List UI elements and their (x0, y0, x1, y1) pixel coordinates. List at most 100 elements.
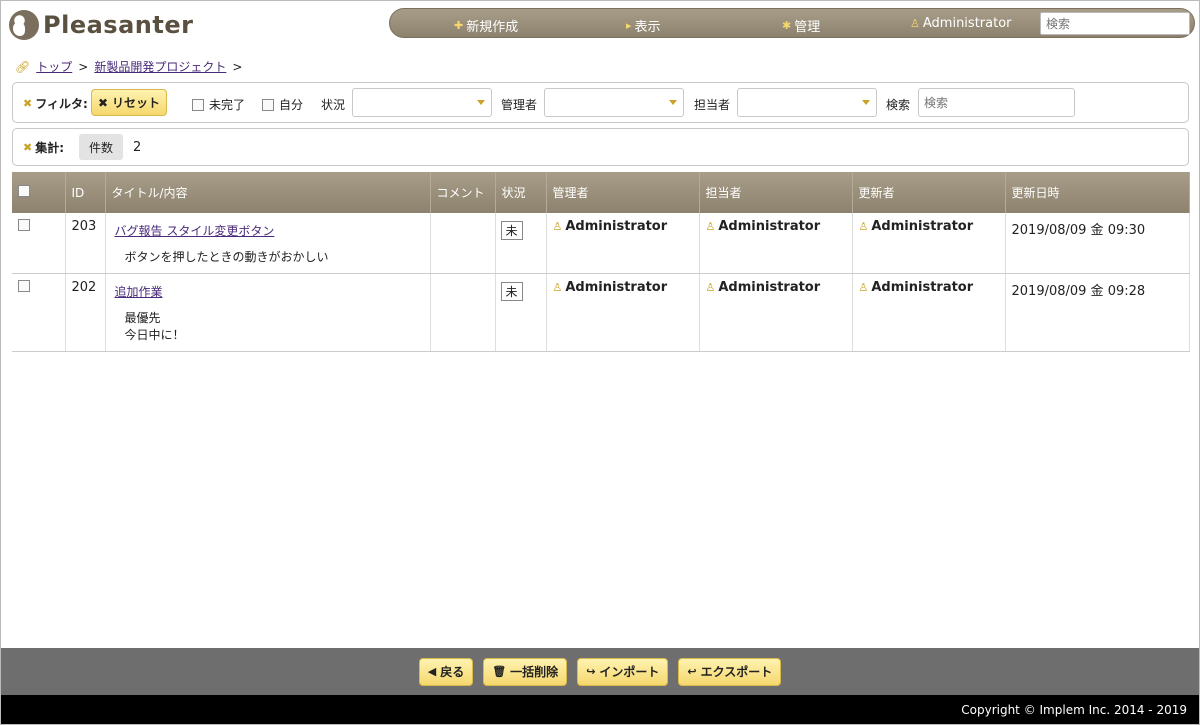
breadcrumb-project-link[interactable]: 新製品開発プロジェクト (94, 58, 226, 75)
updater-cell: ♙ Administrator (852, 273, 1006, 352)
import-arrow-icon: ↪ (586, 665, 596, 678)
summary-toggle[interactable]: ✖ 集計: (23, 139, 64, 156)
manager-cell: ♙ Administrator (546, 213, 700, 274)
manager-select[interactable] (544, 88, 684, 117)
import-button[interactable]: ↪ インポート (577, 657, 669, 686)
checkbox-box[interactable] (262, 98, 274, 111)
self-checkbox[interactable]: 自分 (262, 96, 303, 113)
column-header-updater[interactable]: 更新者 (852, 172, 1006, 213)
updater-name: Administrator (871, 219, 974, 234)
select-all-header (12, 172, 66, 213)
user-icon: ♙ (552, 280, 563, 294)
owner-select[interactable] (737, 88, 877, 117)
user-icon: ♙ (705, 280, 716, 294)
nav-user-button[interactable]: ♙ Administrator (910, 16, 1012, 31)
link-icon: 🔗︎ (15, 59, 31, 74)
incomplete-checkbox[interactable]: 未完了 (192, 96, 245, 113)
header-search-input[interactable] (1040, 12, 1190, 35)
column-header-updated[interactable]: 更新日時 (1005, 172, 1190, 213)
nav-new-button[interactable]: ✚ 新規作成 (454, 16, 518, 35)
comment-cell (430, 273, 496, 352)
status-cell: 未 (495, 273, 547, 352)
back-arrow-icon: ◀ (427, 665, 437, 678)
manager-filter-label: 管理者 (501, 98, 538, 112)
row-select-cell (12, 213, 66, 274)
breadcrumb-top-link[interactable]: トップ (36, 58, 72, 75)
owner-name: Administrator (718, 279, 821, 295)
nav-view-button[interactable]: ▸ 表示 (626, 16, 661, 35)
table-row[interactable]: 202 追加作業 最優先 今日中に！ 未 ♙ Administrator ♙ Adm… (12, 273, 1190, 352)
row-title-link[interactable]: 追加作業 (115, 283, 163, 300)
column-header-comment[interactable]: コメント (430, 172, 496, 213)
status-filter-label: 状況 (321, 98, 346, 112)
nav-manage-label: 管理 (794, 20, 821, 35)
owner-filter-label: 担当者 (694, 98, 731, 112)
bulk-delete-label: 一括削除 (510, 665, 559, 679)
filter-label: フィルタ: (35, 97, 88, 111)
updater-name: Administrator (871, 279, 974, 295)
breadcrumb-separator: > (78, 59, 89, 74)
bulk-delete-button[interactable]: 🗑︎ 一括削除 (483, 657, 568, 686)
export-arrow-icon: ↩ (687, 665, 697, 678)
close-icon: ✖ (23, 141, 33, 154)
owner-cell: ♙ Administrator (699, 213, 853, 274)
column-header-owner[interactable]: 担当者 (699, 172, 853, 213)
logo[interactable]: Pleasanter (9, 9, 193, 41)
trash-icon: 🗑︎ (492, 665, 507, 678)
reset-button[interactable]: ✖ リセット (91, 89, 167, 116)
column-header-title[interactable]: タイトル/内容 (105, 172, 431, 213)
results-grid: ID タイトル/内容 コメント 状況 管理者 担当者 更新者 更新日時 203 … (12, 172, 1190, 352)
column-header-status[interactable]: 状況 (495, 172, 547, 213)
breadcrumb: 🔗︎ トップ > 新製品開発プロジェクト > (15, 58, 242, 75)
manager-name: Administrator (565, 279, 668, 295)
back-button[interactable]: ◀ 戻る (418, 657, 474, 686)
import-label: インポート (599, 665, 660, 679)
comment-cell (430, 213, 496, 274)
row-checkbox[interactable] (18, 219, 30, 231)
user-icon: ♙ (552, 220, 563, 233)
id-cell: 202 (65, 273, 106, 352)
filter-search-input[interactable] (918, 88, 1075, 117)
back-label: 戻る (440, 665, 465, 679)
close-icon: ✖ (97, 95, 109, 110)
owner-cell: ♙ Administrator (699, 273, 853, 352)
row-title-link[interactable]: バグ報告 スタイル変更ボタン (115, 222, 275, 239)
column-header-id[interactable]: ID (65, 172, 106, 213)
filter-toggle[interactable]: ✖ フィルタ: (23, 95, 88, 112)
status-select[interactable] (352, 88, 492, 117)
updater-cell: ♙ Administrator (852, 213, 1006, 274)
plus-icon: ✚ (454, 19, 464, 32)
triangle-right-icon: ▸ (626, 19, 632, 32)
checkbox-box[interactable] (192, 98, 204, 111)
app-header: Pleasanter ✚ 新規作成 ▸ 表示 ✱ 管理 ♙ Administra… (1, 1, 1199, 49)
copyright-bar: Copyright © Implem Inc. 2014 - 2019 (1, 695, 1199, 724)
nav-view-label: 表示 (634, 20, 661, 35)
summary-panel: ✖ 集計: 件数 2 (12, 128, 1189, 166)
gear-icon: ✱ (782, 19, 792, 32)
updated-cell: 2019/08/09 金 09:28 (1005, 273, 1190, 352)
search-filter-label: 検索 (886, 98, 911, 112)
row-checkbox[interactable] (18, 279, 30, 292)
column-header-manager[interactable]: 管理者 (546, 172, 700, 213)
count-chip[interactable]: 件数 (79, 134, 123, 160)
status-badge: 未 (500, 221, 523, 240)
manager-cell: ♙ Administrator (546, 273, 700, 352)
table-row[interactable]: 203 バグ報告 スタイル変更ボタン ボタンを押したときの動きがおかしい 未 ♙… (12, 213, 1190, 274)
filter-panel: ✖ フィルタ: ✖ リセット 未完了 自分 状況 管理者 担当者 検索 (12, 82, 1189, 123)
logo-text: Pleasanter (43, 11, 194, 39)
title-cell: バグ報告 スタイル変更ボタン ボタンを押したときの動きがおかしい (105, 213, 431, 274)
grid-header-row: ID タイトル/内容 コメント 状況 管理者 担当者 更新者 更新日時 (12, 172, 1190, 213)
chevron-down-icon (669, 100, 677, 105)
footer-command-bar: ◀ 戻る 🗑︎ 一括削除 ↪ インポート ↩ エクスポート (1, 648, 1199, 695)
status-badge: 未 (500, 281, 523, 301)
user-icon: ♙ (910, 17, 920, 30)
chevron-down-icon (477, 100, 485, 105)
row-select-cell (12, 273, 66, 352)
breadcrumb-separator: > (232, 59, 243, 74)
export-button[interactable]: ↩ エクスポート (678, 657, 782, 686)
user-icon: ♙ (858, 280, 869, 294)
nav-bar: ✚ 新規作成 ▸ 表示 ✱ 管理 ♙ Administrator (389, 8, 1195, 38)
nav-manage-button[interactable]: ✱ 管理 (782, 16, 820, 35)
select-all-checkbox[interactable] (18, 185, 30, 197)
manager-name: Administrator (565, 219, 668, 234)
